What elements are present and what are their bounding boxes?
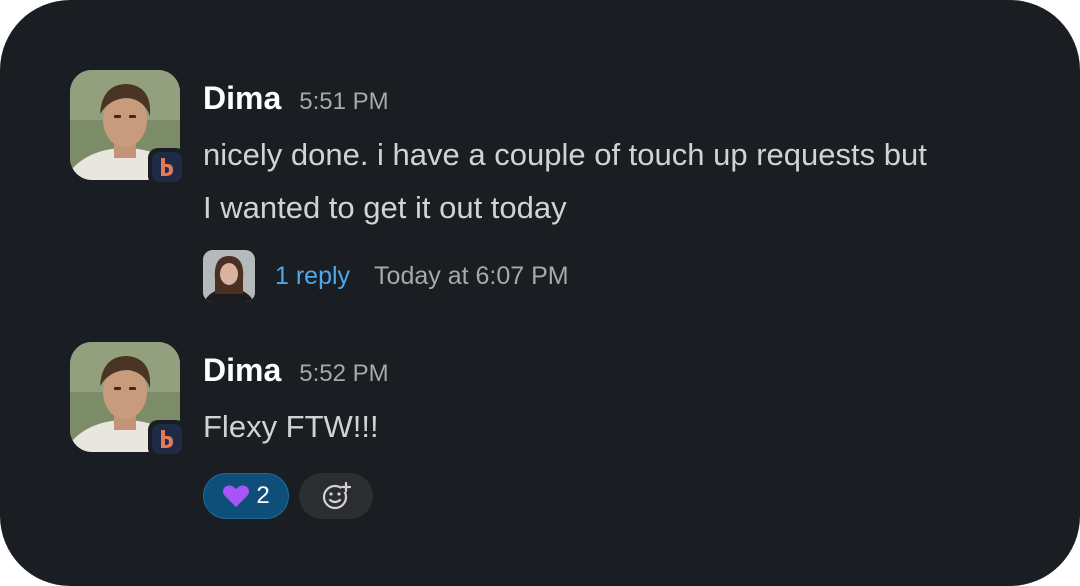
user-avatar[interactable]: [70, 70, 190, 190]
message-text: Flexy FTW!!!: [203, 409, 379, 444]
message-timestamp[interactable]: 5:51 PM: [299, 80, 388, 124]
reaction-purple-heart[interactable]: 2: [203, 473, 289, 519]
message-content: Dima 5:52 PM Flexy FTW!!! 2: [203, 342, 1023, 519]
add-emoji-icon: [322, 481, 351, 510]
org-logo-icon: [152, 152, 182, 182]
message-header: Dima 5:51 PM: [203, 70, 1023, 126]
add-reaction-button[interactable]: [299, 473, 373, 519]
org-badge: [148, 420, 186, 458]
replier-avatar: [203, 250, 255, 302]
message-header: Dima 5:52 PM: [203, 342, 1023, 398]
org-logo-icon: [152, 424, 182, 454]
author-name[interactable]: Dima: [203, 348, 281, 392]
reactions-bar: 2: [203, 473, 1023, 519]
reaction-count: 2: [256, 482, 270, 509]
message-timestamp[interactable]: 5:52 PM: [299, 352, 388, 396]
org-badge: [148, 148, 186, 186]
message-content: Dima 5:51 PM nicely done. i have a coupl…: [203, 70, 1023, 304]
thread-summary[interactable]: 1 reply Today at 6:07 PM: [203, 248, 1023, 304]
message-text: nicely done. i have a couple of touch up…: [203, 137, 927, 225]
reply-count-link[interactable]: 1 reply: [275, 262, 350, 291]
user-avatar[interactable]: [70, 342, 190, 462]
last-reply-time: Today at 6:07 PM: [374, 261, 569, 290]
purple-heart-icon: [222, 483, 250, 509]
message-pane: Dima 5:51 PM nicely done. i have a coupl…: [0, 0, 1080, 586]
author-name[interactable]: Dima: [203, 76, 281, 120]
